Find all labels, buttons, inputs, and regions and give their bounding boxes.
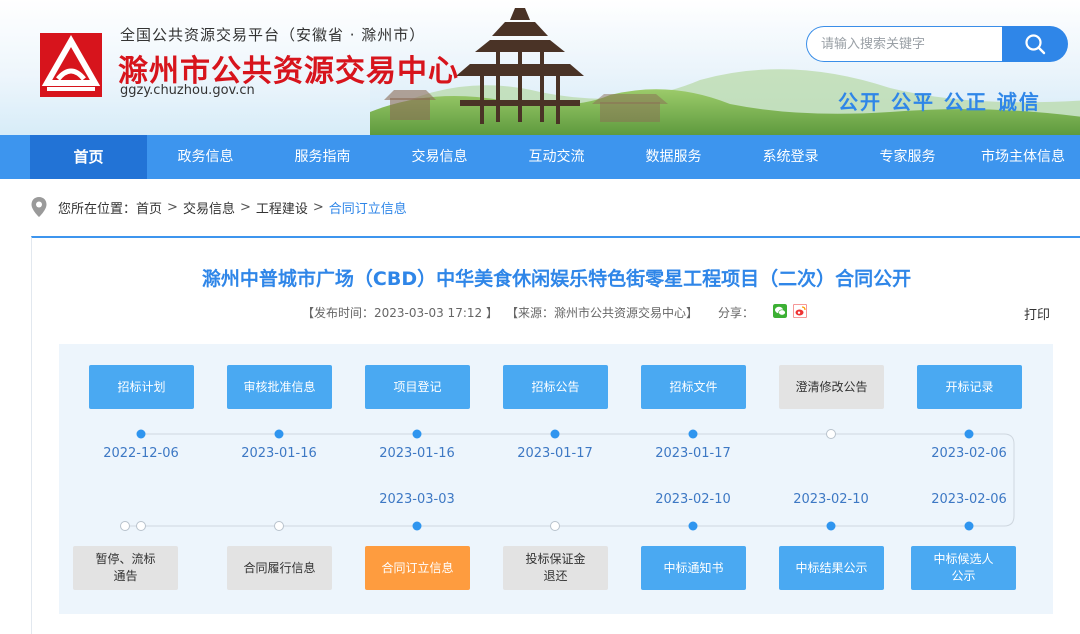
step-date: 2023-01-16	[379, 446, 455, 461]
nav-item-service-guide[interactable]: 服务指南	[264, 135, 381, 179]
nav-item-expert-service[interactable]: 专家服务	[849, 135, 966, 179]
breadcrumb: 您所在位置： 首页 > 交易信息 > 工程建设 > 合同订立信息	[30, 196, 407, 218]
publish-time: 【发布时间：2023-03-03 17:12 】	[302, 306, 498, 320]
breadcrumb-separator: >	[312, 199, 324, 215]
nav-item-system-login[interactable]: 系统登录	[732, 135, 849, 179]
step-label: 中标通知书	[663, 560, 724, 575]
weibo-icon[interactable]	[793, 304, 807, 318]
step-label: 合同履行信息	[243, 560, 316, 575]
step-label: 合同订立信息	[381, 560, 454, 575]
nav-item-government-info[interactable]: 政务信息	[147, 135, 264, 179]
motto-text: 公开 公平 公正 诚信	[838, 90, 1041, 114]
step-contract-signing[interactable]: 合同订立信息	[365, 546, 470, 590]
step-date: 2023-02-10	[793, 492, 869, 507]
location-pin-icon	[31, 197, 47, 217]
breadcrumb-trade-info[interactable]: 交易信息	[183, 198, 235, 217]
step-suspension-notice[interactable]: 暂停、流标 通告	[73, 546, 178, 590]
step-deposit-refund[interactable]: 投标保证金 退还	[503, 546, 608, 590]
platform-name: 全国公共资源交易平台（安徽省 · 滁州市）	[120, 26, 426, 44]
site-header: 全国公共资源交易平台（安徽省 · 滁州市） 滁州市公共资源交易中心 ggzy.c…	[0, 0, 1080, 135]
chuzhou-logo-icon	[40, 33, 102, 97]
step-date: 2023-01-17	[517, 446, 593, 461]
breadcrumb-current[interactable]: 合同订立信息	[329, 198, 407, 217]
breadcrumb-home[interactable]: 首页	[136, 198, 162, 217]
step-date: 2022-12-06	[103, 446, 179, 461]
step-date: 2023-03-03	[379, 492, 455, 507]
step-date: 2023-02-06	[931, 492, 1007, 507]
search-input[interactable]	[806, 26, 1006, 62]
step-date: 2023-01-17	[655, 446, 731, 461]
step-contract-performance[interactable]: 合同履行信息	[227, 546, 332, 590]
step-date: 2023-01-16	[241, 446, 317, 461]
process-flow: 招标计划 审核批准信息 项目登记 招标公告 招标文件 澄清修改公告 开标记录 2…	[59, 344, 1053, 614]
breadcrumb-separator: >	[167, 199, 178, 215]
site-domain: ggzy.chuzhou.gov.cn	[120, 83, 255, 98]
search-box	[806, 26, 1068, 62]
nav-item-market-entity[interactable]: 市场主体信息	[966, 135, 1080, 179]
nav-item-data-service[interactable]: 数据服务	[615, 135, 732, 179]
share-label: 分享：	[718, 306, 755, 320]
nav-item-home[interactable]: 首页	[30, 135, 147, 179]
search-icon	[1025, 34, 1046, 55]
breadcrumb-separator: >	[239, 199, 251, 215]
main-nav: 首页 政务信息 服务指南 交易信息 互动交流 数据服务 系统登录 专家服务 市场…	[0, 135, 1080, 179]
article-source: 【来源：滁州市公共资源交易中心】	[506, 306, 699, 320]
step-date: 2023-02-06	[931, 446, 1007, 461]
step-candidate-publicity[interactable]: 中标候选人 公示	[911, 546, 1016, 590]
breadcrumb-engineering[interactable]: 工程建设	[256, 198, 308, 217]
print-button[interactable]: 打印	[1024, 304, 1050, 323]
article-title: 滁州中普城市广场（CBD）中华美食休闲娱乐特色街零星工程项目（二次）合同公开	[201, 268, 912, 290]
step-label: 中标结果公示	[795, 560, 868, 575]
step-date: 2023-02-10	[655, 492, 731, 507]
breadcrumb-prefix: 您所在位置：	[58, 201, 137, 217]
nav-item-trade-info[interactable]: 交易信息	[381, 135, 498, 179]
search-button[interactable]	[1002, 26, 1068, 62]
step-award-notice[interactable]: 中标通知书	[641, 546, 746, 590]
nav-item-interaction[interactable]: 互动交流	[498, 135, 615, 179]
article-panel: 滁州中普城市广场（CBD）中华美食休闲娱乐特色街零星工程项目（二次）合同公开 【…	[31, 236, 1080, 634]
wechat-icon[interactable]	[773, 304, 787, 318]
step-award-result[interactable]: 中标结果公示	[779, 546, 884, 590]
